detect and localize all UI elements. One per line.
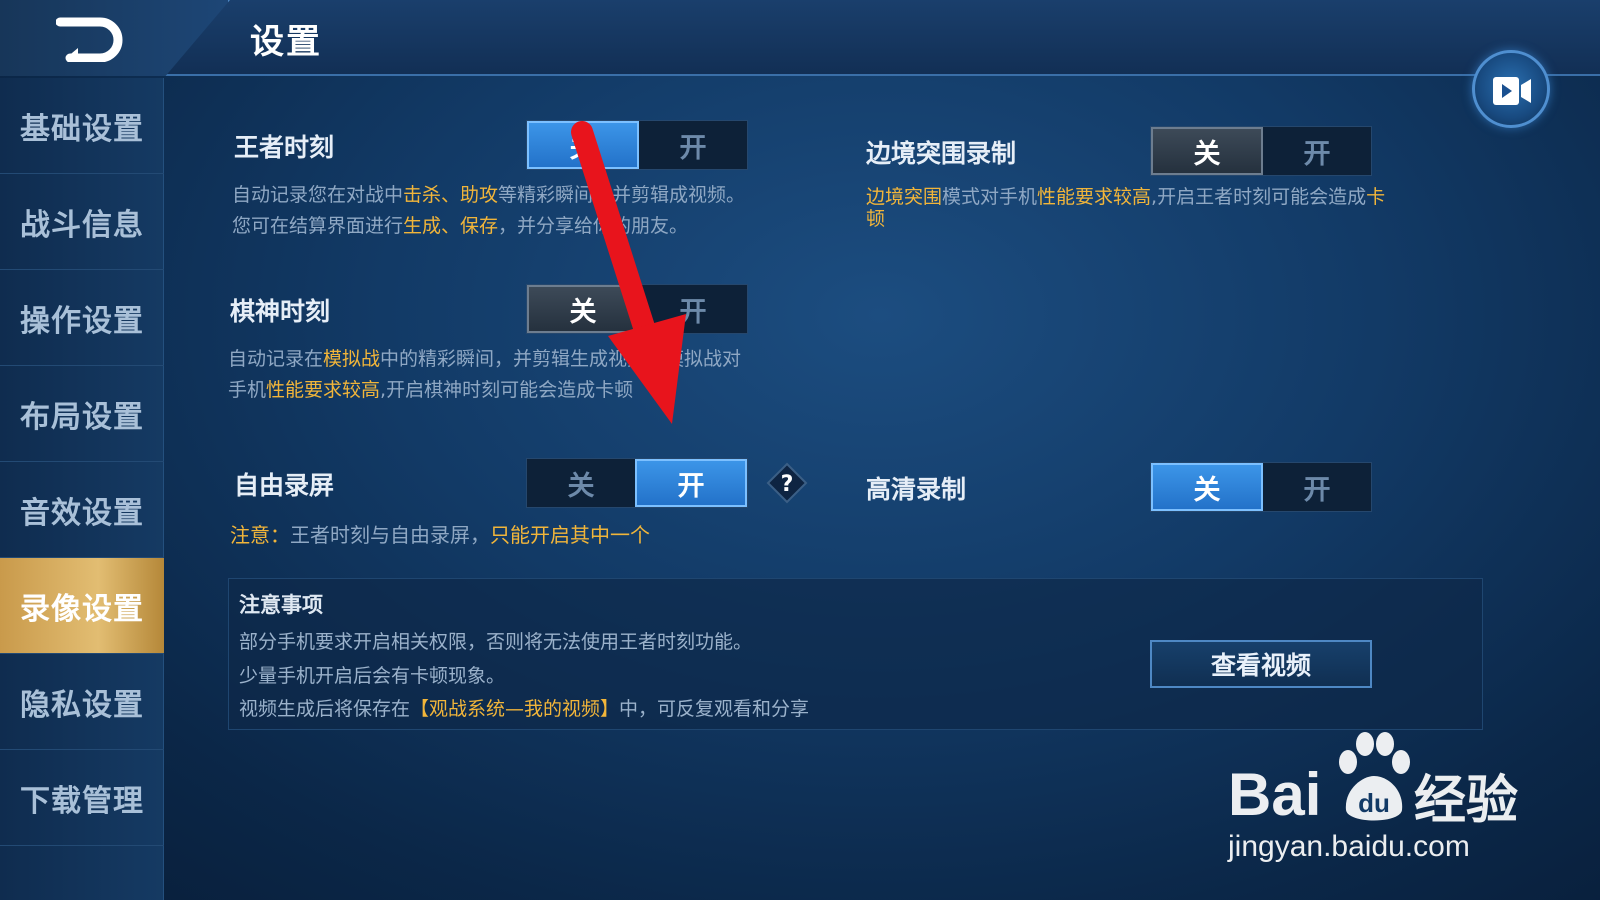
- video-record-button[interactable]: [1472, 50, 1550, 128]
- border-breakout-description: 边境突围模式对手机性能要求较高,开启王者时刻可能会造成卡 顿: [866, 186, 1386, 230]
- hd-record-on-option[interactable]: 开: [1263, 463, 1371, 511]
- page-title: 设置: [250, 22, 322, 62]
- sidebar-item-basic[interactable]: 基础设置: [0, 78, 164, 174]
- free-record-label: 自由录屏: [234, 471, 335, 500]
- sidebar-item-sound[interactable]: 音效设置: [0, 462, 164, 558]
- hd-record-label: 高清录制: [866, 475, 967, 504]
- sidebar-item-battle-info[interactable]: 战斗信息: [0, 174, 164, 270]
- svg-text:du: du: [1358, 788, 1390, 818]
- notes-line-1: 部分手机要求开启相关权限，否则将无法使用王者时刻功能。: [239, 631, 753, 653]
- sidebar-item-privacy[interactable]: 隐私设置: [0, 654, 164, 750]
- sidebar-item-controls[interactable]: 操作设置: [0, 270, 164, 366]
- border-breakout-record-toggle: 关 开: [1150, 126, 1372, 176]
- free-record-on-option[interactable]: 开: [635, 459, 747, 507]
- sidebar-item-layout[interactable]: 布局设置: [0, 366, 164, 462]
- top-bar: 设置: [0, 0, 1600, 76]
- sidebar-item-downloads[interactable]: 下载管理: [0, 750, 164, 846]
- watermark-url: jingyan.baidu.com: [1228, 830, 1470, 863]
- hd-record-off-option[interactable]: 关: [1151, 463, 1263, 511]
- wangzhe-moment-label: 王者时刻: [234, 133, 335, 162]
- watermark-jingyan-text: 经验: [1414, 771, 1519, 831]
- svg-text:?: ?: [781, 472, 794, 497]
- free-record-toggle: 关 开: [526, 458, 748, 508]
- baidu-jingyan-watermark: Bai du 经验 jingyan.baidu.com: [1228, 730, 1558, 865]
- settings-sidebar: 基础设置 战斗信息 操作设置 布局设置 音效设置 录像设置 隐私设置 下载管理: [0, 78, 164, 900]
- help-button[interactable]: ?: [766, 462, 808, 504]
- back-button[interactable]: [0, 0, 230, 76]
- watermark-bai-text: Bai: [1228, 761, 1322, 828]
- back-arrow-icon: [56, 17, 123, 62]
- notes-title: 注意事项: [239, 593, 323, 617]
- baidu-paw-logo: du: [1339, 732, 1410, 821]
- border-breakout-record-label: 边境突围录制: [866, 139, 1017, 168]
- free-record-note: 注意：王者时刻与自由录屏，只能开启其中一个: [230, 523, 650, 547]
- question-mark-icon: ?: [766, 462, 808, 504]
- sidebar-item-recording[interactable]: 录像设置: [0, 558, 164, 654]
- notes-line-3: 视频生成后将保存在【观战系统—我的视频】中，可反复观看和分享: [239, 698, 810, 720]
- red-arrow-annotation: [571, 121, 686, 424]
- hd-record-toggle: 关 开: [1150, 462, 1372, 512]
- free-record-off-option[interactable]: 关: [527, 459, 635, 507]
- qishen-moment-label: 棋神时刻: [230, 297, 331, 326]
- view-video-button[interactable]: 查看视频: [1150, 640, 1372, 688]
- border-breakout-off-option[interactable]: 关: [1151, 127, 1263, 175]
- video-camera-icon: [1493, 77, 1531, 105]
- notes-line-2: 少量手机开启后会有卡顿现象。: [239, 665, 506, 687]
- border-breakout-on-option[interactable]: 开: [1263, 127, 1371, 175]
